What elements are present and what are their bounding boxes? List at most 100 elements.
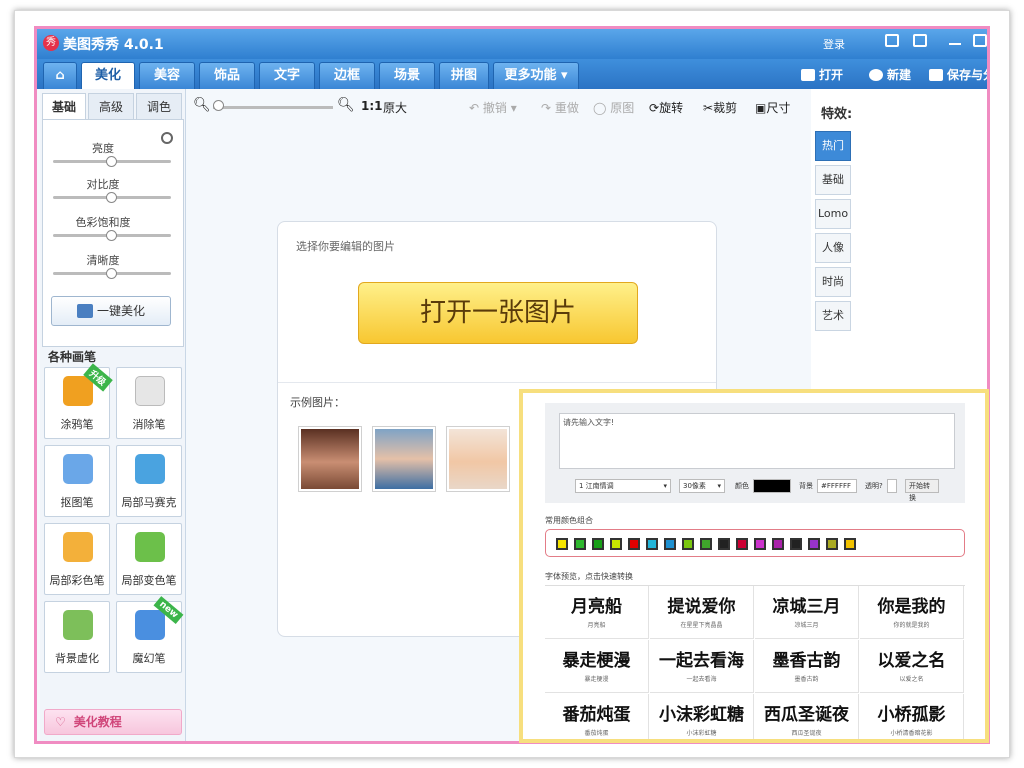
font-preview-item[interactable]: 一起去看海 一起去看海 xyxy=(650,640,754,693)
message-icon[interactable] xyxy=(885,34,899,47)
color-swatch[interactable] xyxy=(844,538,856,550)
color-swatch[interactable] xyxy=(574,538,586,550)
contrast-slider[interactable] xyxy=(53,192,171,203)
sharpness-slider[interactable] xyxy=(53,268,171,279)
home-button[interactable]: ⌂ xyxy=(43,62,77,89)
tab-text[interactable]: 文字 xyxy=(259,62,315,89)
redo-button[interactable]: ↷ 重做 xyxy=(541,99,579,116)
color-swatch[interactable] xyxy=(790,538,802,550)
tab-accessories[interactable]: 饰品 xyxy=(199,62,255,89)
color-swatch[interactable] xyxy=(682,538,694,550)
start-convert-button[interactable]: 开始转换 xyxy=(905,479,939,502)
crop-button[interactable]: ✂裁剪 xyxy=(703,99,737,116)
rotate-button[interactable]: ⟳旋转 xyxy=(649,99,683,116)
transparent-checkbox[interactable] xyxy=(887,479,897,493)
slider-knob[interactable] xyxy=(106,192,117,203)
text-input[interactable]: 请先输入文字! xyxy=(559,413,955,469)
font-preview-item[interactable]: 凉城三月 凉城三月 xyxy=(755,586,859,639)
color-swatch[interactable] xyxy=(646,538,658,550)
maximize-icon[interactable] xyxy=(973,34,987,47)
font-preview-item[interactable]: 你是我的 你的就是我的 xyxy=(860,586,964,639)
color-swatch[interactable] xyxy=(736,538,748,550)
tab-more-features[interactable]: 更多功能 ▾ xyxy=(493,62,579,89)
example-image[interactable] xyxy=(446,426,510,492)
tab-beauty[interactable]: 美容 xyxy=(139,62,195,89)
saturation-slider[interactable] xyxy=(53,230,171,241)
color-swatch[interactable] xyxy=(772,538,784,550)
brush-recolor[interactable]: 局部变色笔 xyxy=(116,523,182,595)
bg-color-field[interactable]: #FFFFFF xyxy=(817,479,857,493)
chevron-down-icon[interactable]: ▾ xyxy=(511,101,517,115)
sharpness-label: 清晰度 xyxy=(86,254,120,267)
brush-magic[interactable]: new 魔幻笔 xyxy=(116,596,184,673)
size-select[interactable]: 30像素 ▾ xyxy=(679,479,725,493)
login-link[interactable]: 登录 xyxy=(823,36,845,52)
font-sample-text: 西瓜圣诞夜 xyxy=(764,705,849,725)
color-swatch[interactable] xyxy=(592,538,604,550)
rotate-label: 旋转 xyxy=(659,101,684,115)
color-picker[interactable] xyxy=(753,479,791,493)
color-swatch[interactable] xyxy=(610,538,622,550)
fx-tab-basic[interactable]: 基础 xyxy=(815,165,851,195)
slider-knob[interactable] xyxy=(106,156,117,167)
subtab-color[interactable]: 调色 xyxy=(136,93,182,119)
zoom-slider[interactable] xyxy=(213,106,333,109)
new-button[interactable]: 新建 xyxy=(869,66,911,83)
color-swatch[interactable] xyxy=(826,538,838,550)
zoom-out-icon[interactable]: 🔍︎ xyxy=(193,97,211,113)
save-button[interactable]: 保存与分 xyxy=(929,66,987,83)
slider-knob[interactable] xyxy=(106,230,117,241)
resize-button[interactable]: ▣尺寸 xyxy=(755,99,790,116)
font-preview-item[interactable]: 以爱之名 以爱之名 xyxy=(860,640,964,693)
color-swatch[interactable] xyxy=(700,538,712,550)
font-preview-item[interactable]: 月亮船 月亮船 xyxy=(545,586,649,639)
tab-beautify[interactable]: 美化 xyxy=(81,62,135,89)
brush-eraser[interactable]: 消除笔 xyxy=(116,367,182,439)
font-preview-item[interactable]: 小沫彩虹糖 小沫彩虹糖 xyxy=(650,694,754,739)
color-swatch[interactable] xyxy=(754,538,766,550)
font-preview-item[interactable]: 墨香古韵 墨香古韵 xyxy=(755,640,859,693)
brightness-slider[interactable] xyxy=(53,156,171,167)
fx-tab-lomo[interactable]: Lomo xyxy=(815,199,851,229)
fx-tab-fashion[interactable]: 时尚 xyxy=(815,267,851,297)
color-swatch[interactable] xyxy=(556,538,568,550)
brush-mosaic[interactable]: 局部马赛克 xyxy=(116,445,182,517)
zoom-in-icon[interactable]: 🔍︎ xyxy=(337,97,355,113)
subtab-advanced[interactable]: 高级 xyxy=(88,93,134,119)
open-button[interactable]: 打开 xyxy=(801,66,843,83)
example-image[interactable] xyxy=(298,426,362,492)
fx-tab-popular[interactable]: 热门 xyxy=(815,131,851,161)
brush-background-blur[interactable]: 背景虚化 xyxy=(44,601,110,673)
font-preview-item[interactable]: 西瓜圣诞夜 西瓜圣诞夜 xyxy=(755,694,859,739)
minimize-icon[interactable] xyxy=(949,43,961,45)
example-image[interactable] xyxy=(372,426,436,492)
brush-doodle[interactable]: 升级 涂鸦笔 xyxy=(44,363,113,439)
color-swatch[interactable] xyxy=(628,538,640,550)
ratio-button[interactable]: 1:1 xyxy=(361,99,383,113)
color-swatch[interactable] xyxy=(664,538,676,550)
tutorial-button[interactable]: ♡ 美化教程 xyxy=(44,709,182,735)
font-preview-item[interactable]: 小桥孤影 小桥清香暗花影 xyxy=(860,694,964,739)
undo-button[interactable]: ↶ 撤销 ▾ xyxy=(469,99,517,116)
fx-tab-art[interactable]: 艺术 xyxy=(815,301,851,331)
tab-collage[interactable]: 拼图 xyxy=(439,62,489,89)
brush-cutout[interactable]: 抠图笔 xyxy=(44,445,110,517)
font-preview-item[interactable]: 暴走梗漫 暴走梗漫 xyxy=(545,640,649,693)
font-preview-item[interactable]: 提说爱你 在星星下亮晶晶 xyxy=(650,586,754,639)
slider-knob[interactable] xyxy=(106,268,117,279)
one-key-beautify-button[interactable]: 一键美化 xyxy=(51,296,171,326)
font-preview-item[interactable]: 番茄炖蛋 番茄炖蛋 xyxy=(545,694,649,739)
zoom-knob[interactable] xyxy=(213,100,224,111)
font-select[interactable]: 1 江南情调 ▾ xyxy=(575,479,671,493)
color-swatch[interactable] xyxy=(718,538,730,550)
tab-frames[interactable]: 边框 xyxy=(319,62,375,89)
subtab-basic[interactable]: 基础 xyxy=(42,93,86,119)
tab-scenes[interactable]: 场景 xyxy=(379,62,435,89)
brush-local-color[interactable]: 局部彩色笔 xyxy=(44,523,110,595)
skin-icon[interactable] xyxy=(913,34,927,47)
original-size-button[interactable]: 原大 xyxy=(383,99,407,116)
open-image-button[interactable]: 打开一张图片 xyxy=(358,282,638,344)
restore-button[interactable]: ◯ 原图 xyxy=(593,99,634,116)
color-swatch[interactable] xyxy=(808,538,820,550)
fx-tab-portrait[interactable]: 人像 xyxy=(815,233,851,263)
